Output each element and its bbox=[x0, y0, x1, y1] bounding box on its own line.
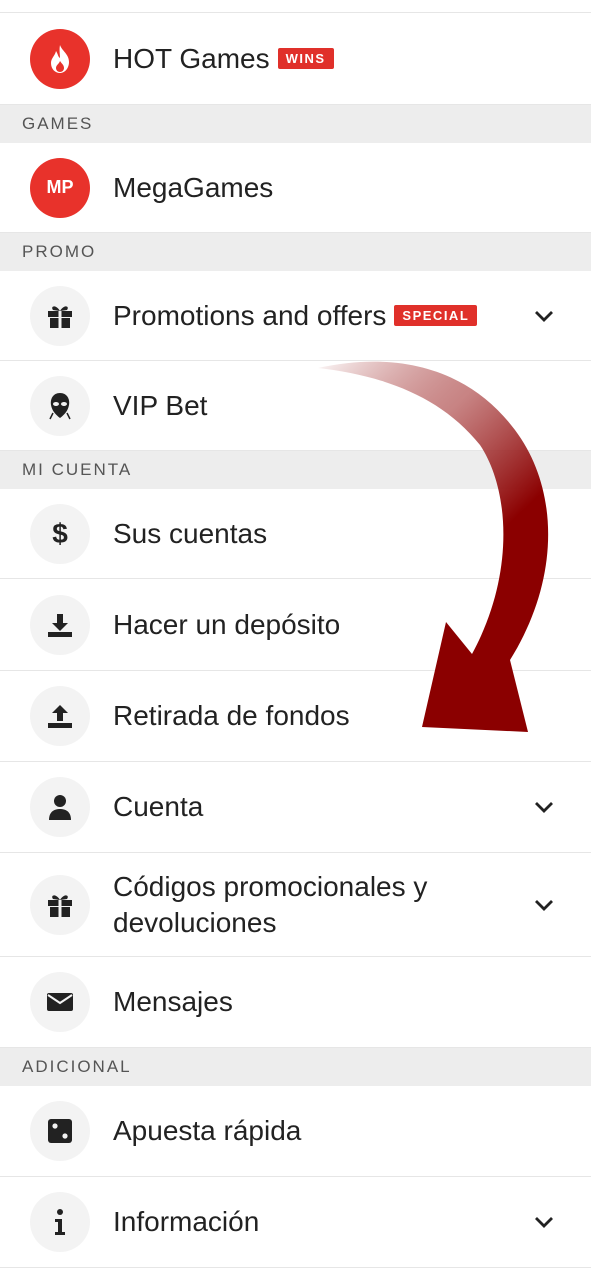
dollar-icon: $ bbox=[30, 503, 90, 564]
info-icon bbox=[30, 1192, 90, 1252]
special-badge: SPECIAL bbox=[394, 305, 478, 326]
deposito-label: Hacer un depósito bbox=[113, 608, 341, 640]
user-icon bbox=[30, 777, 90, 837]
informacion-label: Información bbox=[113, 1206, 260, 1237]
chevron-down-icon[interactable] bbox=[534, 800, 554, 814]
menu-item-vip-bet[interactable]: VIP Bet bbox=[0, 361, 591, 451]
menu-item-retirada[interactable]: Retirada de fondos bbox=[0, 671, 591, 762]
dice-icon bbox=[30, 1101, 90, 1161]
upload-tray-icon bbox=[30, 686, 90, 746]
chevron-down-icon[interactable] bbox=[534, 309, 554, 323]
menu-item-promotions[interactable]: Promotions and offers SPECIAL bbox=[0, 271, 591, 361]
menu-item-cuenta[interactable]: Cuenta bbox=[0, 762, 591, 853]
wins-badge: WINS bbox=[277, 48, 334, 69]
envelope-icon bbox=[30, 972, 90, 1032]
menu-item-codigos[interactable]: Códigos promocionales y devoluciones bbox=[0, 853, 591, 957]
codigos-label-line1: Códigos promocionales y bbox=[113, 870, 428, 902]
section-header-games: GAMES bbox=[0, 105, 591, 143]
top-divider bbox=[0, 0, 591, 13]
flame-icon bbox=[30, 28, 90, 89]
section-header-adicional: ADICIONAL bbox=[0, 1048, 591, 1086]
sus-cuentas-label: Sus cuentas bbox=[113, 517, 268, 549]
menu-item-megagames[interactable]: MP MegaGames bbox=[0, 143, 591, 233]
gift-icon bbox=[30, 874, 90, 935]
menu-item-apuesta-rapida[interactable]: Apuesta rápida bbox=[0, 1086, 591, 1177]
cuenta-label: Cuenta bbox=[113, 791, 204, 822]
side-menu: HOT Games WINS GAMES MP MegaGames PROMO … bbox=[0, 0, 591, 1268]
chevron-down-icon[interactable] bbox=[534, 1215, 554, 1229]
vip-mask-icon bbox=[30, 375, 90, 436]
chevron-down-icon[interactable] bbox=[534, 898, 554, 912]
section-header-mi-cuenta: MI CUENTA bbox=[0, 451, 591, 489]
gift-icon bbox=[30, 285, 90, 346]
mensajes-label: Mensajes bbox=[113, 986, 233, 1017]
codigos-label-line2: devoluciones bbox=[113, 906, 277, 938]
menu-item-deposito[interactable]: Hacer un depósito bbox=[0, 579, 591, 671]
apuesta-rapida-label: Apuesta rápida bbox=[113, 1115, 302, 1146]
section-header-promo: PROMO bbox=[0, 233, 591, 271]
menu-item-informacion[interactable]: Información bbox=[0, 1177, 591, 1268]
codigos-label: Códigos promocionales y devoluciones bbox=[113, 869, 513, 941]
promotions-label: Promotions and offers SPECIAL bbox=[113, 298, 478, 334]
menu-item-mensajes[interactable]: Mensajes bbox=[0, 957, 591, 1048]
megagames-logo-icon: MP bbox=[30, 157, 90, 218]
megagames-label: MegaGames bbox=[113, 171, 274, 203]
menu-item-sus-cuentas[interactable]: $ Sus cuentas bbox=[0, 489, 591, 579]
vip-bet-label: VIP Bet bbox=[113, 389, 208, 421]
megagames-logo-text: MP bbox=[46, 177, 74, 197]
promotions-text: Promotions and offers bbox=[113, 299, 387, 331]
hot-games-text: HOT Games bbox=[113, 42, 270, 74]
download-tray-icon bbox=[30, 594, 90, 655]
retirada-label: Retirada de fondos bbox=[113, 700, 350, 731]
menu-item-hot-games[interactable]: HOT Games WINS bbox=[0, 13, 591, 105]
hot-games-label: HOT Games WINS bbox=[113, 41, 334, 77]
